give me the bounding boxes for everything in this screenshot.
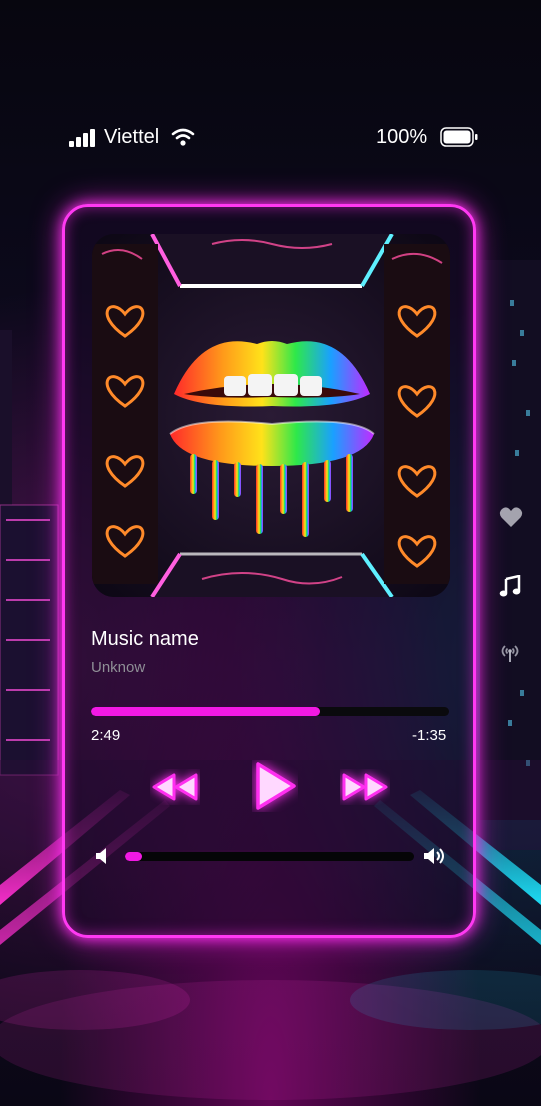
play-icon xyxy=(256,762,296,810)
battery-percentage: 100% xyxy=(376,126,428,148)
volume-low-icon[interactable] xyxy=(95,847,111,865)
playback-progress-bar[interactable] xyxy=(91,707,449,716)
song-title: Music name xyxy=(91,628,199,650)
fast-forward-icon xyxy=(342,773,388,801)
song-artist: Unknow xyxy=(91,659,146,676)
volume-high-icon[interactable] xyxy=(423,847,447,865)
wifi-icon xyxy=(171,128,195,146)
rewind-button[interactable] xyxy=(150,769,200,805)
radio-broadcast-icon[interactable] xyxy=(499,643,521,663)
playback-progress-fill xyxy=(91,707,321,716)
play-button[interactable] xyxy=(252,760,298,812)
volume-slider-fill xyxy=(125,852,143,861)
carrier-name: Viettel xyxy=(104,126,160,148)
time-elapsed: 2:49 xyxy=(91,727,121,744)
heart-icon[interactable] xyxy=(499,506,523,528)
cellular-signal-icon xyxy=(69,129,97,147)
volume-slider[interactable] xyxy=(125,852,414,861)
rewind-icon xyxy=(152,773,198,801)
music-note-icon[interactable] xyxy=(499,575,521,597)
time-remaining: -1:35 xyxy=(412,727,447,744)
album-art xyxy=(92,234,450,597)
battery-icon xyxy=(440,127,478,147)
fast-forward-button[interactable] xyxy=(340,769,390,805)
